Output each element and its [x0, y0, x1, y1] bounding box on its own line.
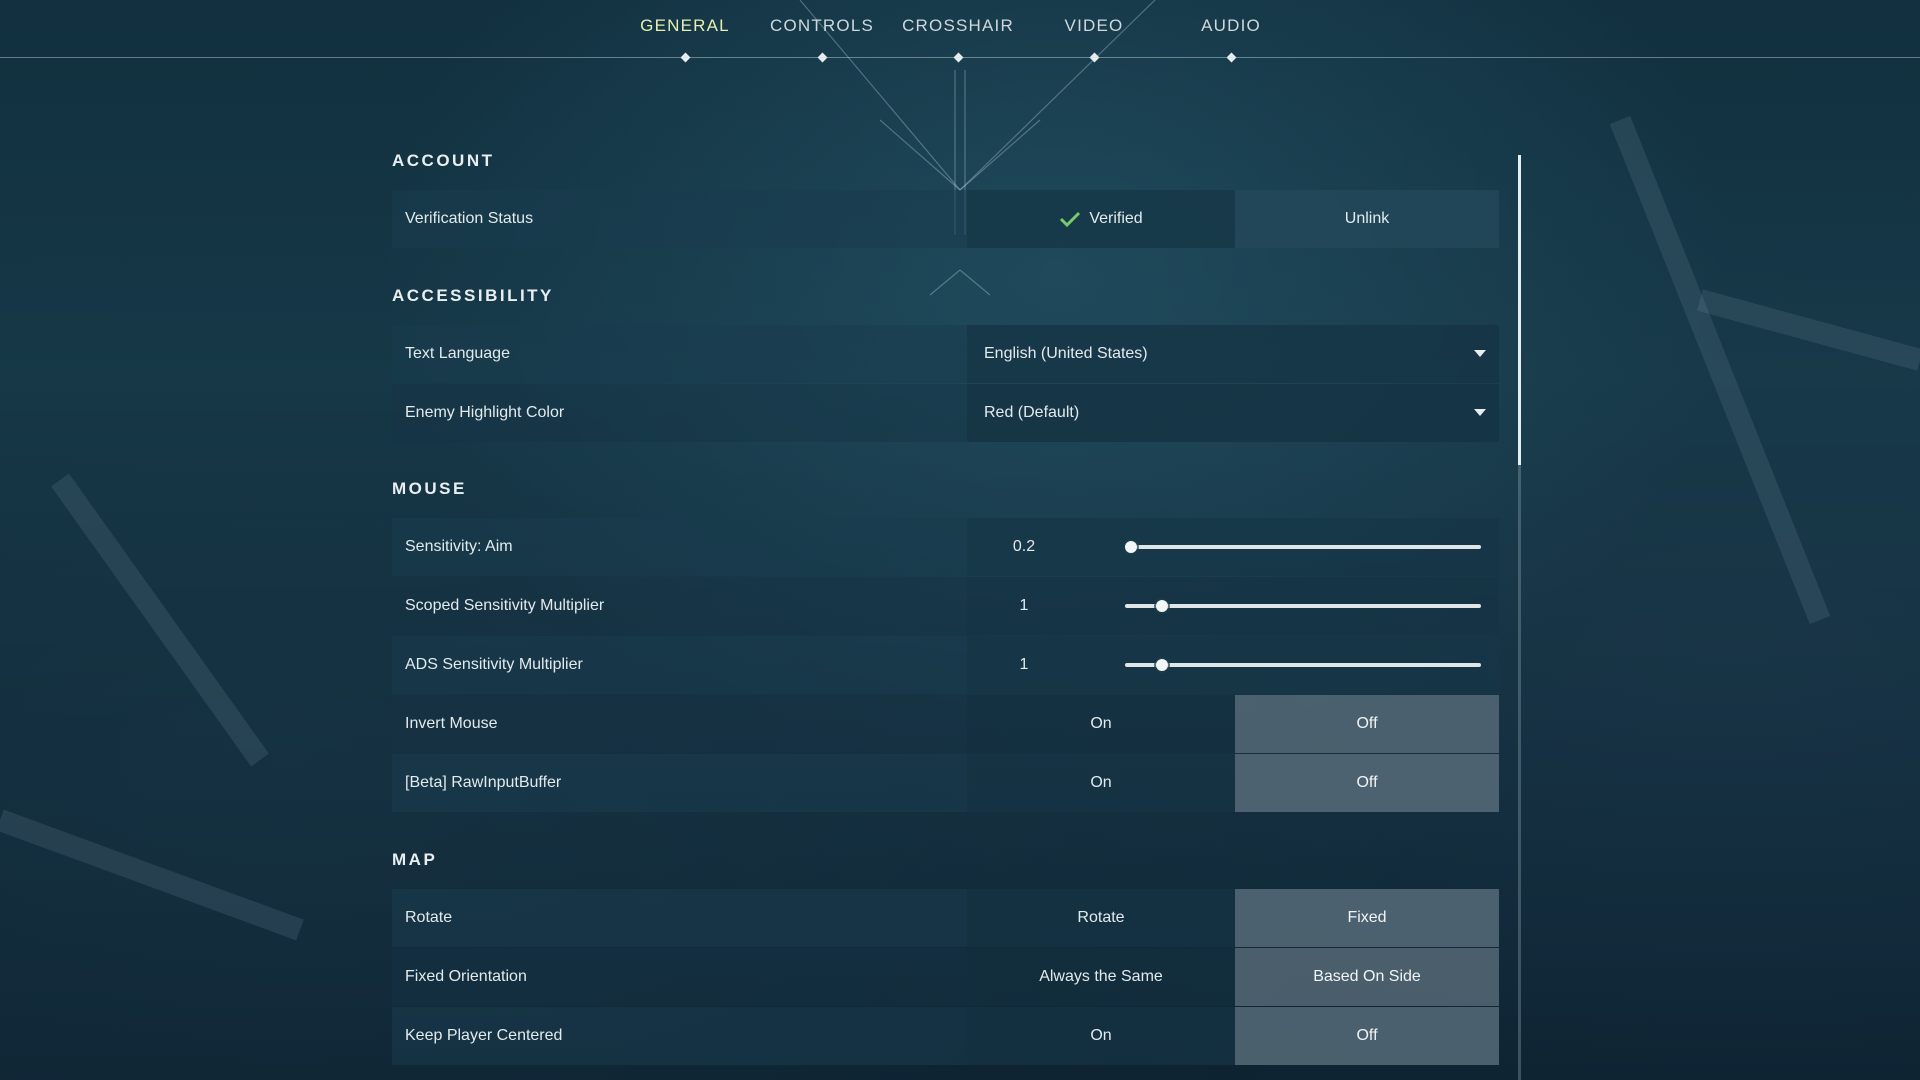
fixed-orientation-label: Fixed Orientation: [405, 968, 527, 985]
slider-thumb[interactable]: [1155, 600, 1168, 612]
row-raw-input-buffer: [Beta] RawInputBuffer On Off: [392, 754, 1499, 812]
row-text-language: Text Language English (United States): [392, 325, 1499, 383]
row-ads-sensitivity: ADS Sensitivity Multiplier 1: [392, 636, 1499, 694]
ads-sensitivity-slider[interactable]: [1125, 659, 1481, 671]
scoped-sensitivity-label: Scoped Sensitivity Multiplier: [405, 597, 605, 614]
scoped-sensitivity-value[interactable]: 1: [967, 577, 1081, 635]
tab-audio-label: AUDIO: [1201, 16, 1261, 35]
text-language-dropdown[interactable]: English (United States): [967, 325, 1499, 383]
tab-general-label: GENERAL: [640, 16, 730, 35]
nav-divider: [0, 57, 1920, 58]
section-title-map: MAP: [392, 850, 438, 869]
row-fixed-orientation: Fixed Orientation Always the Same Based …: [392, 948, 1499, 1006]
scrollbar-thumb[interactable]: [1518, 155, 1521, 465]
keep-player-centered-label: Keep Player Centered: [405, 1027, 563, 1044]
unlink-button[interactable]: Unlink: [1235, 190, 1499, 248]
keep-player-centered-off-button[interactable]: Off: [1235, 1007, 1499, 1065]
sensitivity-aim-slider[interactable]: [1125, 541, 1481, 553]
chevron-down-icon: [1474, 409, 1486, 416]
top-navigation: GENERAL CONTROLS CROSSHAIR VIDEO AUDIO: [0, 0, 1920, 63]
section-title-account: ACCOUNT: [392, 151, 495, 170]
verified-text: Verified: [1089, 210, 1143, 227]
row-sensitivity-aim: Sensitivity: Aim 0.2: [392, 518, 1499, 576]
raw-input-buffer-on-button[interactable]: On: [967, 754, 1235, 812]
raw-input-buffer-off-button[interactable]: Off: [1235, 754, 1499, 812]
row-rotate: Rotate Rotate Fixed: [392, 889, 1499, 947]
row-verification-status: Verification Status Verified Unlink: [392, 190, 1499, 248]
ads-sensitivity-label: ADS Sensitivity Multiplier: [405, 656, 583, 673]
settings-panel: ACCOUNT Verification Status Verified Unl…: [392, 140, 1499, 1080]
rotate-rotate-button[interactable]: Rotate: [967, 889, 1235, 947]
enemy-highlight-color-value: Red (Default): [984, 404, 1080, 421]
slider-thumb[interactable]: [1125, 541, 1137, 553]
tab-video[interactable]: VIDEO: [1029, 16, 1159, 63]
ads-sensitivity-value[interactable]: 1: [967, 636, 1081, 694]
row-scoped-sensitivity: Scoped Sensitivity Multiplier 1: [392, 577, 1499, 635]
row-enemy-highlight-color: Enemy Highlight Color Red (Default): [392, 384, 1499, 442]
slider-thumb[interactable]: [1155, 659, 1168, 671]
scrollbar[interactable]: [1518, 155, 1521, 1080]
tab-controls-label: CONTROLS: [769, 16, 875, 35]
tab-crosshair[interactable]: CROSSHAIR: [893, 16, 1023, 63]
section-title-accessibility: ACCESSIBILITY: [392, 286, 554, 305]
check-icon: [1060, 211, 1081, 227]
tab-audio[interactable]: AUDIO: [1166, 16, 1296, 63]
text-language-label: Text Language: [405, 345, 510, 362]
tab-video-label: VIDEO: [1064, 16, 1124, 35]
sensitivity-aim-label: Sensitivity: Aim: [405, 538, 513, 555]
enemy-highlight-color-label: Enemy Highlight Color: [405, 404, 565, 421]
scoped-sensitivity-slider[interactable]: [1125, 600, 1481, 612]
tab-controls[interactable]: CONTROLS: [757, 16, 887, 63]
tab-crosshair-label: CROSSHAIR: [902, 16, 1014, 35]
chevron-down-icon: [1474, 350, 1486, 357]
fixed-orientation-based-on-side-button[interactable]: Based On Side: [1235, 948, 1499, 1006]
fixed-orientation-always-same-button[interactable]: Always the Same: [967, 948, 1235, 1006]
sensitivity-aim-value[interactable]: 0.2: [967, 518, 1081, 576]
row-invert-mouse: Invert Mouse On Off: [392, 695, 1499, 753]
invert-mouse-label: Invert Mouse: [405, 715, 498, 732]
tab-general[interactable]: GENERAL: [620, 16, 750, 63]
invert-mouse-on-button[interactable]: On: [967, 695, 1235, 753]
text-language-value: English (United States): [984, 345, 1148, 362]
rotate-label: Rotate: [405, 909, 453, 926]
verification-status-value: Verified: [967, 190, 1235, 248]
raw-input-buffer-label: [Beta] RawInputBuffer: [405, 774, 562, 791]
section-title-mouse: MOUSE: [392, 479, 467, 498]
keep-player-centered-on-button[interactable]: On: [967, 1007, 1235, 1065]
verification-status-label: Verification Status: [405, 210, 534, 227]
row-keep-player-centered: Keep Player Centered On Off: [392, 1007, 1499, 1065]
invert-mouse-off-button[interactable]: Off: [1235, 695, 1499, 753]
enemy-highlight-color-dropdown[interactable]: Red (Default): [967, 384, 1499, 442]
rotate-fixed-button[interactable]: Fixed: [1235, 889, 1499, 947]
